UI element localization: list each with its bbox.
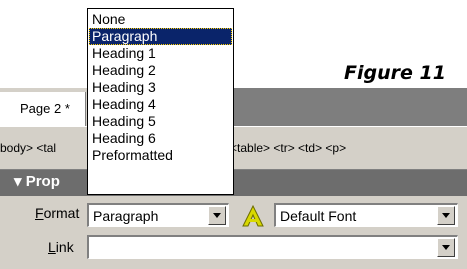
tab-page-2[interactable]: Page 2 * xyxy=(0,92,86,126)
format-option-heading-5[interactable]: Heading 5 xyxy=(89,113,232,130)
font-select[interactable]: Default Font xyxy=(274,203,458,227)
format-option-preformatted[interactable]: Preformatted xyxy=(89,147,232,164)
format-select-value: Paragraph xyxy=(93,208,159,224)
format-label-rest: ormat xyxy=(43,205,80,221)
format-label-mnemonic: F xyxy=(35,205,44,221)
tag-selector-right[interactable]: <table> <tr> <td> <p> xyxy=(230,141,346,155)
format-option-heading-6[interactable]: Heading 6 xyxy=(89,130,232,147)
link-label-rest: ink xyxy=(55,239,74,255)
link-dropdown-button[interactable] xyxy=(437,238,455,257)
format-option-heading-1[interactable]: Heading 1 xyxy=(89,45,232,62)
format-select[interactable]: Paragraph xyxy=(87,203,229,227)
link-label: Link xyxy=(48,239,74,255)
format-option-heading-4[interactable]: Heading 4 xyxy=(89,96,232,113)
letter-a-icon[interactable] xyxy=(241,204,265,228)
chevron-down-icon xyxy=(442,213,450,218)
properties-title[interactable]: ▾ Prop xyxy=(14,172,60,192)
format-label: Format xyxy=(35,205,79,221)
format-option-heading-3[interactable]: Heading 3 xyxy=(89,79,232,96)
format-option-none[interactable]: None xyxy=(89,11,232,28)
font-select-value: Default Font xyxy=(280,208,357,224)
format-dropdown-list[interactable]: None Paragraph Heading 1 Heading 2 Headi… xyxy=(87,8,234,195)
format-option-heading-2[interactable]: Heading 2 xyxy=(89,62,232,79)
link-label-mnemonic: L xyxy=(48,239,56,255)
tag-selector-left[interactable]: body> <tal xyxy=(0,141,56,155)
font-dropdown-button[interactable] xyxy=(437,206,455,225)
chevron-down-icon xyxy=(442,245,450,250)
link-input[interactable] xyxy=(87,235,458,259)
figure-caption: Figure 11 xyxy=(344,62,446,84)
format-option-paragraph[interactable]: Paragraph xyxy=(89,28,232,45)
document-tab-strip-dark xyxy=(229,88,467,126)
chevron-down-icon xyxy=(213,213,221,218)
format-dropdown-button[interactable] xyxy=(208,206,226,225)
